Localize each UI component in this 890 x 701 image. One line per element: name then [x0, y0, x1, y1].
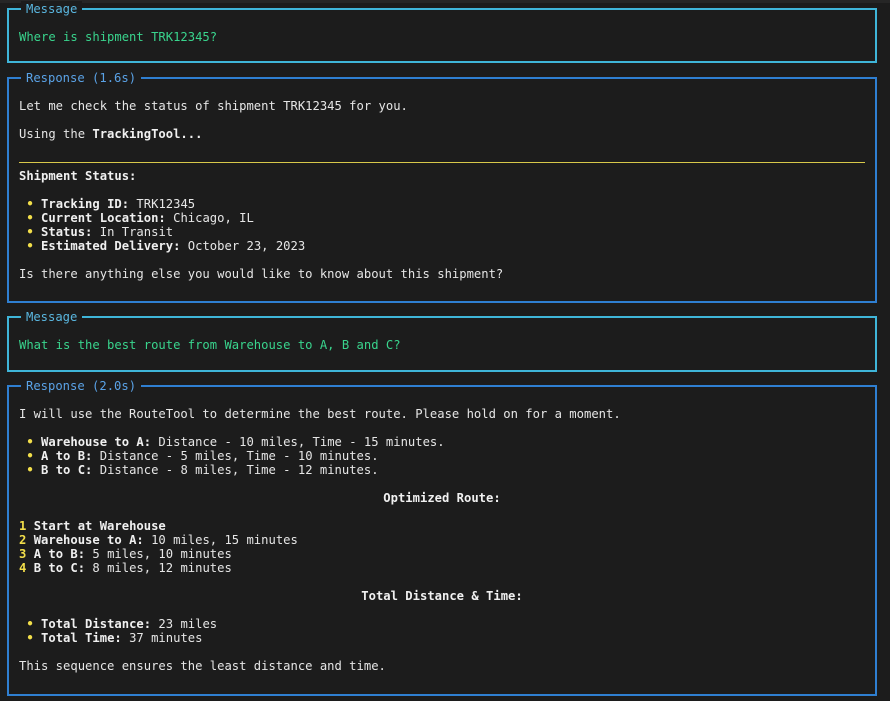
step-number: 2 [19, 533, 27, 547]
item-label: Warehouse to A: [41, 435, 152, 449]
list-item: • Total Time: 37 minutes [19, 631, 202, 645]
item-value: 23 miles [151, 617, 218, 631]
response-outro: This sequence ensures the least distance… [19, 659, 386, 673]
numbered-item: 2 Warehouse to A: 10 miles, 15 minutes [19, 533, 298, 547]
step-number: 3 [19, 547, 27, 561]
list-item: • A to B: Distance - 5 miles, Time - 10 … [19, 449, 379, 463]
bullet-icon: • [26, 225, 34, 239]
top-strip [0, 0, 890, 3]
section-heading: Optimized Route: [383, 491, 501, 505]
panel-title: Message [21, 309, 83, 325]
step-label: A to B: [33, 547, 86, 561]
user-message: What is the best route from Warehouse to… [19, 338, 401, 352]
item-value: 37 minutes [121, 631, 203, 645]
step-label: Start at Warehouse [33, 519, 166, 533]
step-label: Warehouse to A: [33, 533, 144, 547]
item-value: Distance - 10 miles, Time - 15 minutes. [151, 435, 445, 449]
step-value: 5 miles, 10 minutes [85, 547, 232, 561]
section-heading: Shipment Status: [19, 169, 137, 183]
step-label: B to C: [33, 561, 86, 575]
step-number: 4 [19, 561, 27, 575]
list-item: • Total Distance: 23 miles [19, 617, 217, 631]
bullet-icon: • [26, 617, 34, 631]
panel-title: Response (1.6s) [21, 70, 142, 86]
step-value: 10 miles, 15 minutes [143, 533, 298, 547]
panel-title: Message [21, 1, 83, 17]
item-value: TRK12345 [129, 197, 196, 211]
item-label: Status: [41, 225, 93, 239]
bullet-icon: • [26, 197, 34, 211]
item-value: In Transit [92, 225, 174, 239]
response-panel-1: Response (1.6s) Let me check the status … [7, 70, 877, 303]
numbered-item: 4 B to C: 8 miles, 12 minutes [19, 561, 232, 575]
item-value: Distance - 8 miles, Time - 12 minutes. [92, 463, 379, 477]
list-item: • B to C: Distance - 8 miles, Time - 12 … [19, 463, 379, 477]
item-label: Total Distance: [41, 617, 152, 631]
tool-usage-prefix: Using the [19, 127, 93, 141]
response-intro: Let me check the status of shipment TRK1… [19, 99, 408, 113]
response-intro: I will use the RouteTool to determine th… [19, 407, 621, 421]
item-label: Total Time: [41, 631, 122, 645]
bullet-icon: • [26, 463, 34, 477]
list-item: • Tracking ID: TRK12345 [19, 197, 195, 211]
list-item: • Warehouse to A: Distance - 10 miles, T… [19, 435, 445, 449]
step-number: 1 [19, 519, 27, 533]
divider [19, 162, 865, 163]
message-panel-1: Message Where is shipment TRK12345? [7, 1, 877, 63]
item-label: A to B: [41, 449, 93, 463]
list-item: • Estimated Delivery: October 23, 2023 [19, 239, 305, 253]
bullet-icon: • [26, 631, 34, 645]
response-panel-2: Response (2.0s) I will use the RouteTool… [7, 378, 877, 696]
step-value: 8 miles, 12 minutes [85, 561, 232, 575]
panel-title: Response (2.0s) [21, 378, 142, 394]
bullet-icon: • [26, 449, 34, 463]
list-item: • Current Location: Chicago, IL [19, 211, 254, 225]
section-heading: Total Distance & Time: [361, 589, 523, 603]
user-message: Where is shipment TRK12345? [19, 30, 218, 44]
list-item: • Status: In Transit [19, 225, 173, 239]
item-value: October 23, 2023 [180, 239, 306, 253]
message-panel-2: Message What is the best route from Ware… [7, 309, 877, 372]
item-label: Estimated Delivery: [41, 239, 181, 253]
bullet-icon: • [26, 211, 34, 225]
item-value: Distance - 5 miles, Time - 10 minutes. [92, 449, 379, 463]
numbered-item: 1 Start at Warehouse [19, 519, 166, 533]
numbered-item: 3 A to B: 5 miles, 10 minutes [19, 547, 232, 561]
tool-usage-line: Using the TrackingTool... [19, 127, 202, 141]
item-label: Tracking ID: [41, 197, 130, 211]
tool-name: TrackingTool... [92, 127, 203, 141]
bullet-icon: • [26, 435, 34, 449]
item-label: Current Location: [41, 211, 166, 225]
item-value: Chicago, IL [165, 211, 254, 225]
item-label: B to C: [41, 463, 93, 477]
bullet-icon: • [26, 239, 34, 253]
response-outro: Is there anything else you would like to… [19, 267, 504, 281]
